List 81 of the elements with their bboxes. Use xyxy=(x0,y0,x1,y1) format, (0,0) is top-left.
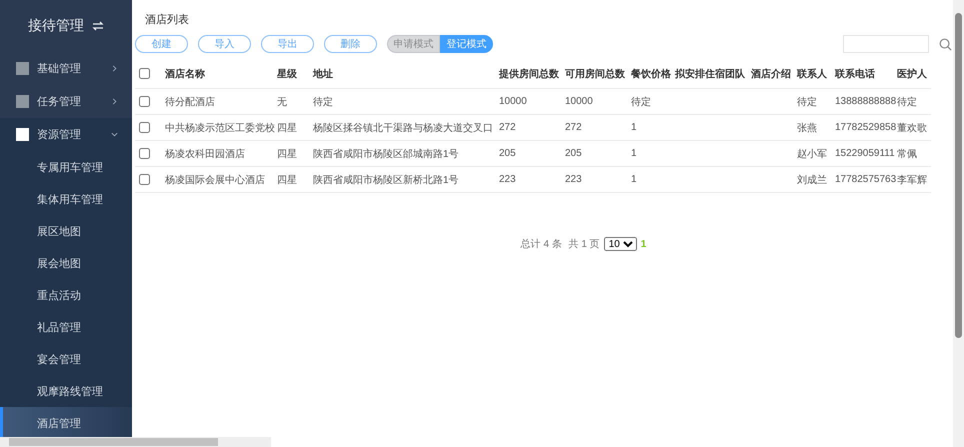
table-cell: 四星 xyxy=(277,174,297,186)
chevron-down-icon xyxy=(111,131,118,138)
table-cell: 刘成兰 xyxy=(797,174,827,186)
table-cell: 李军辉 xyxy=(897,174,927,186)
table-cell: 中共杨凌示范区工委党校 xyxy=(165,122,275,134)
horizontal-scrollbar[interactable] xyxy=(0,437,271,447)
column-header: 餐饮价格 xyxy=(631,60,675,88)
table-cell: 待定 xyxy=(631,96,651,108)
sidebar-item[interactable]: 礼品管理 xyxy=(0,311,132,343)
table-cell: 13888888888 xyxy=(835,96,896,107)
table-cell: 赵小军 xyxy=(797,148,827,160)
table-cell: 205 xyxy=(499,148,516,159)
column-header: 可用房间总数 xyxy=(565,60,631,88)
sidebar-item[interactable]: 展区地图 xyxy=(0,215,132,247)
table-cell: 待定 xyxy=(797,96,817,108)
sidebar-item[interactable]: 重点活动 xyxy=(0,279,132,311)
table-cell: 杨陵区揉谷镇北干渠路与杨凌大道交叉口 xyxy=(313,122,493,134)
row-checkbox[interactable] xyxy=(139,174,150,185)
page-size-select[interactable]: 10 xyxy=(604,237,637,251)
search-icon[interactable] xyxy=(939,38,952,50)
scrollbar-thumb[interactable] xyxy=(9,438,218,446)
sidebar-item[interactable]: 专属用车管理 xyxy=(0,151,132,183)
table-cell: 陕西省咸阳市杨陵区邰城南路1号 xyxy=(313,148,459,160)
column-header: 地址 xyxy=(313,60,499,88)
table-cell: 待定 xyxy=(897,96,917,108)
sidebar-item[interactable]: 展会地图 xyxy=(0,247,132,279)
row-checkbox[interactable] xyxy=(139,122,150,133)
table-cell: 1 xyxy=(631,174,637,185)
swap-icon[interactable] xyxy=(92,21,104,31)
table-cell: 223 xyxy=(565,174,582,185)
square-icon xyxy=(16,128,29,141)
vertical-scrollbar[interactable] xyxy=(953,0,964,447)
total-count: 总计 4 条 xyxy=(520,238,562,251)
page-count: 共 1 页 xyxy=(568,238,600,251)
table-cell: 四星 xyxy=(277,148,297,160)
table-cell: 1 xyxy=(631,122,637,133)
square-icon xyxy=(16,62,29,75)
column-header: 联系电话 xyxy=(835,60,897,88)
scrollbar-thumb[interactable] xyxy=(955,13,962,338)
table-cell: 17782529858 xyxy=(835,122,896,133)
column-header: 酒店介绍 xyxy=(751,60,797,88)
select-all-checkbox[interactable] xyxy=(139,68,150,80)
column-header: 提供房间总数 xyxy=(499,60,565,88)
column-header: 星级 xyxy=(277,60,313,88)
table-cell: 10000 xyxy=(499,96,527,107)
column-header: 拟安排住宿团队 xyxy=(675,60,751,88)
search-field[interactable] xyxy=(843,35,929,53)
table-cell: 17782575763 xyxy=(835,174,896,185)
table-cell: 272 xyxy=(499,122,516,133)
column-header: 联系人 xyxy=(797,60,835,88)
table-cell: 待分配酒店 xyxy=(165,96,215,108)
table-cell: 205 xyxy=(565,148,582,159)
table-cell: 杨凌国际会展中心酒店 xyxy=(165,174,265,186)
table-cell: 董欢歌 xyxy=(897,122,927,134)
sidebar-group[interactable]: 基础管理 xyxy=(0,52,132,85)
table-cell: 杨凌农科田园酒店 xyxy=(165,148,245,160)
sidebar-title: 接待管理 xyxy=(28,17,84,35)
sidebar-item[interactable]: 酒店管理 xyxy=(0,407,132,439)
row-checkbox[interactable] xyxy=(139,148,150,159)
column-header: 酒店名称 xyxy=(165,60,277,88)
table-cell: 223 xyxy=(499,174,516,185)
table-cell: 待定 xyxy=(313,96,333,108)
table-cell: 1 xyxy=(631,148,637,159)
table-cell: 常佩 xyxy=(897,148,917,160)
sidebar-item[interactable]: 集体用车管理 xyxy=(0,183,132,215)
table-cell: 10000 xyxy=(565,96,593,107)
row-checkbox[interactable] xyxy=(139,96,150,107)
table-cell: 272 xyxy=(565,122,582,133)
page-title: 酒店列表 xyxy=(144,12,190,28)
square-icon xyxy=(16,95,29,108)
table-cell: 陕西省咸阳市杨陵区新桥北路1号 xyxy=(313,174,459,186)
chevron-right-icon xyxy=(111,98,118,105)
table-cell: 四星 xyxy=(277,122,297,134)
table-cell: 张燕 xyxy=(797,122,817,134)
table-cell: 15229059111 xyxy=(835,148,895,159)
sidebar-item[interactable]: 观摩路线管理 xyxy=(0,375,132,407)
table-cell: 无 xyxy=(277,96,287,108)
sidebar-group[interactable]: 任务管理 xyxy=(0,85,132,118)
column-header: 医护人 xyxy=(897,60,931,88)
sidebar-item[interactable]: 宴会管理 xyxy=(0,343,132,375)
chevron-right-icon xyxy=(111,65,118,72)
